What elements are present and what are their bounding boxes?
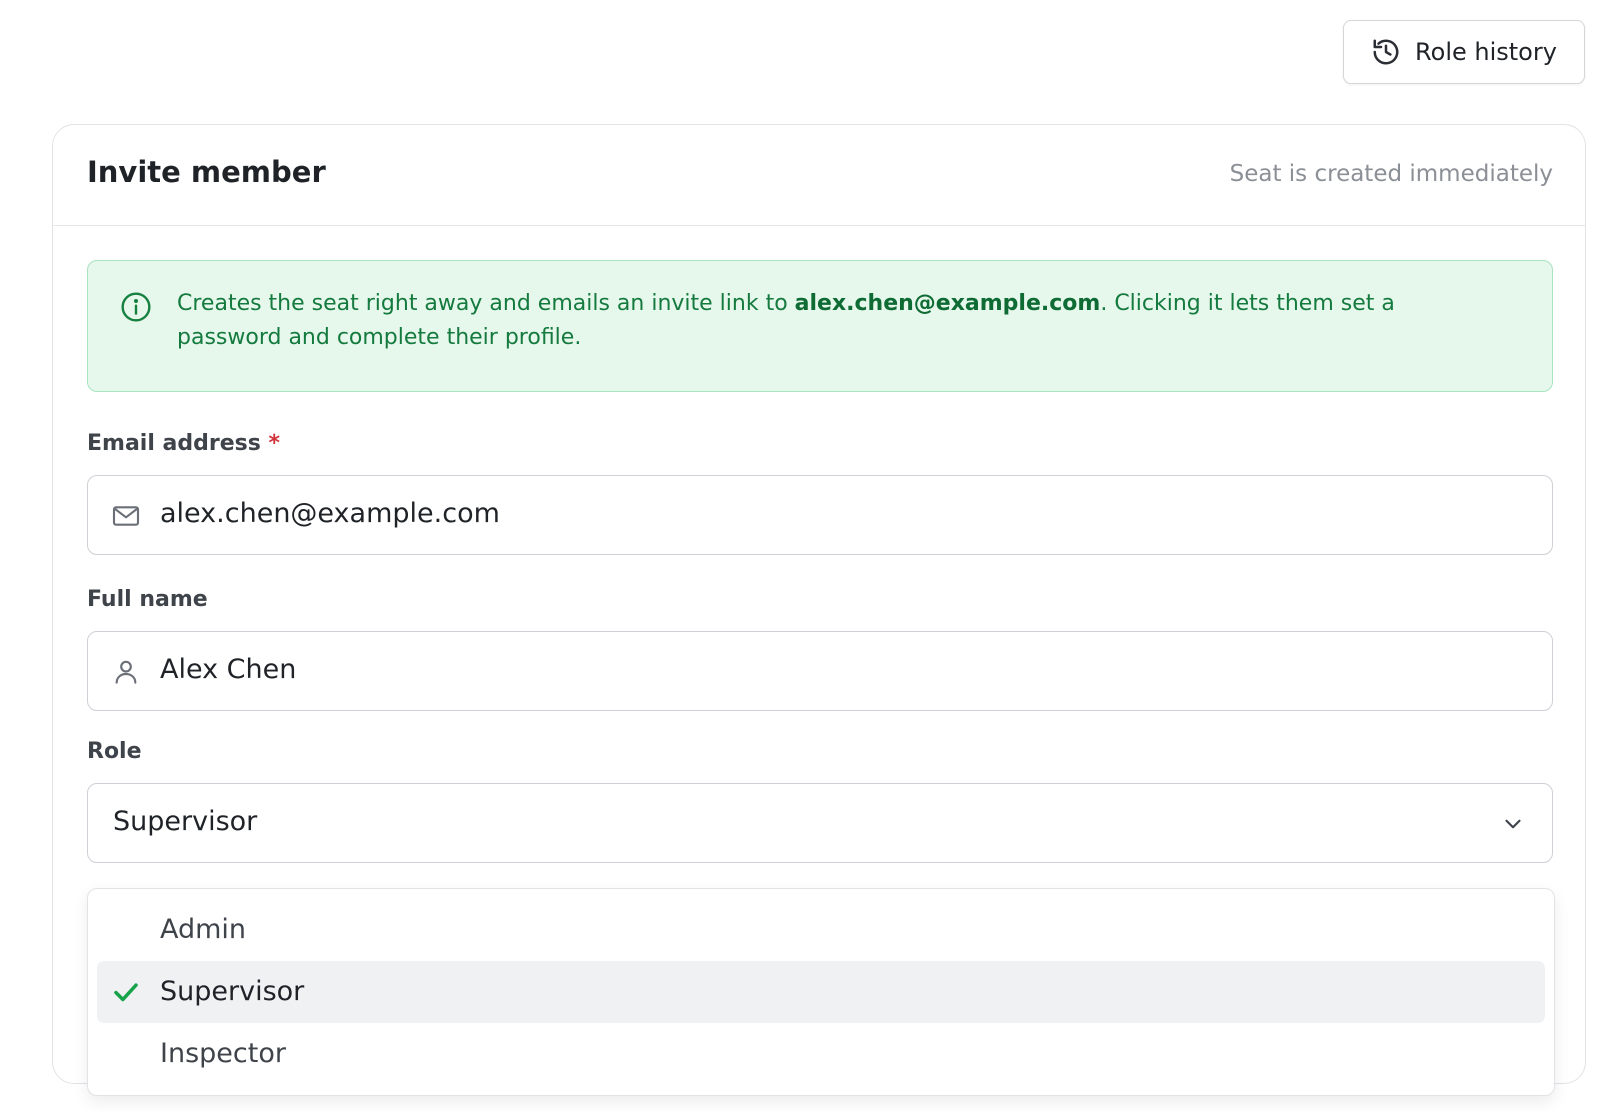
role-option-label: Supervisor (160, 976, 305, 1007)
role-option-label: Inspector (160, 1038, 286, 1069)
role-option-supervisor[interactable]: Supervisor (97, 961, 1545, 1023)
role-history-button[interactable]: Role history (1343, 20, 1585, 84)
role-option-inspector[interactable]: Inspector (97, 1023, 1545, 1085)
card-subtitle: Seat is created immediately (1229, 161, 1553, 187)
info-notice: Creates the seat right away and emails a… (87, 260, 1553, 392)
role-option-admin[interactable]: Admin (97, 899, 1545, 961)
check-icon (114, 983, 138, 1002)
role-value: Supervisor (113, 806, 258, 837)
full-name-field[interactable]: Alex Chen (87, 631, 1553, 711)
role-history-label: Role history (1415, 38, 1557, 66)
mail-icon (112, 506, 140, 526)
notice-email: alex.chen@example.com (794, 291, 1101, 316)
email-label-text: Email address (87, 431, 261, 456)
role-select[interactable]: Supervisor (87, 783, 1553, 863)
chevron-down-icon (1505, 819, 1521, 829)
email-label: Email address * (87, 431, 280, 456)
card-title: Invite member (87, 155, 326, 189)
history-icon (1373, 39, 1399, 65)
full-name-value: Alex Chen (160, 654, 297, 685)
notice-text: Creates the seat right away and emails a… (177, 287, 1502, 355)
full-name-label: Full name (87, 587, 208, 612)
required-mark: * (268, 431, 281, 456)
info-icon (121, 292, 151, 322)
notice-text-before: Creates the seat right away and emails a… (177, 291, 795, 316)
role-label: Role (87, 739, 142, 764)
user-icon (115, 660, 137, 684)
role-option-label: Admin (160, 914, 247, 945)
email-value: alex.chen@example.com (160, 498, 500, 529)
email-field[interactable]: alex.chen@example.com (87, 475, 1553, 555)
card-header: Invite member Seat is created immediatel… (53, 125, 1585, 226)
role-dropdown-menu: Admin Supervisor Inspector (87, 888, 1555, 1096)
